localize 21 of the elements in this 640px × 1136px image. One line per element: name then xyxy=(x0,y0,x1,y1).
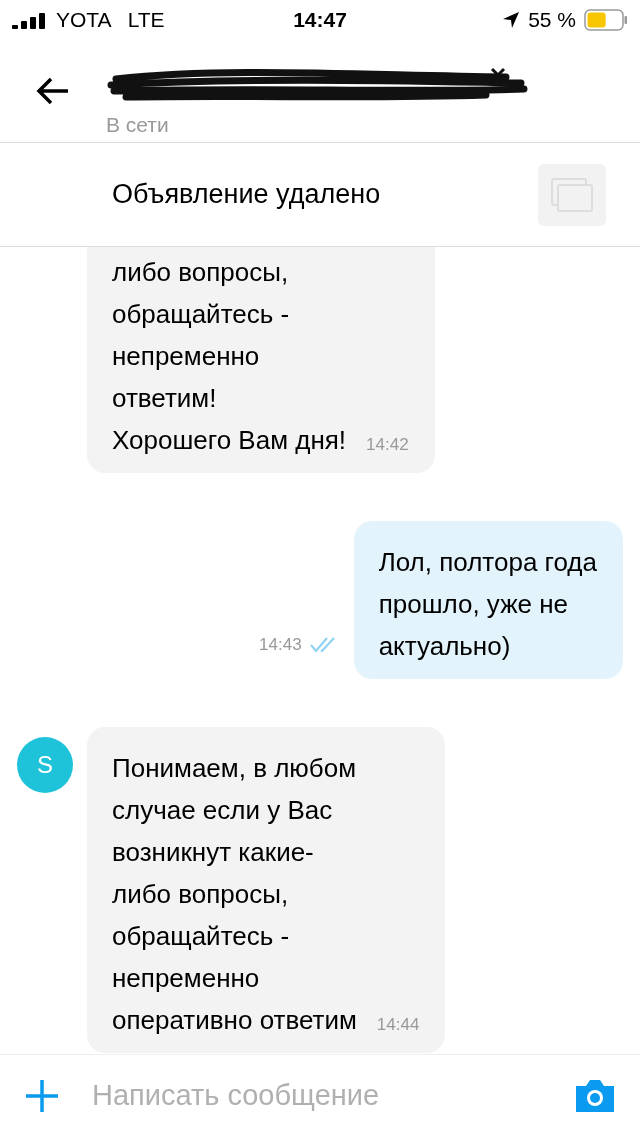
listing-title: Объявление удалено xyxy=(112,179,381,210)
online-status: В сети xyxy=(106,113,170,137)
clock: 14:47 xyxy=(293,8,347,32)
battery-percent: 55 % xyxy=(528,8,576,32)
message-text: либо вопросы, обращайтесь - непременно ответим! Хорошего Вам дня! xyxy=(112,256,347,457)
message-text: Понимаем, в любом случае если у Вас возникнут какие- либо вопросы, обращайтесь - непременно оперативно ответим xyxy=(112,752,357,1037)
signal-icon xyxy=(12,11,48,29)
location-arrow-icon xyxy=(502,11,521,29)
message-time: 14:44 xyxy=(376,1015,420,1035)
message-time: 14:42 xyxy=(366,435,409,455)
carrier-name: YOTA xyxy=(56,8,112,32)
message-time: 14:43 xyxy=(259,635,302,655)
camera-icon[interactable] xyxy=(574,1077,616,1114)
avatar[interactable]: S xyxy=(17,737,73,793)
message-input[interactable]: Написать сообщение xyxy=(90,1078,544,1113)
back-arrow-icon[interactable] xyxy=(36,77,70,105)
message-text: Лол, полтора года прошло, уже не актуально) xyxy=(378,546,597,663)
plus-icon[interactable] xyxy=(24,1077,60,1114)
battery-icon xyxy=(584,9,628,31)
network-type: LTE xyxy=(127,8,165,32)
listing-thumbnail[interactable] xyxy=(538,163,606,226)
